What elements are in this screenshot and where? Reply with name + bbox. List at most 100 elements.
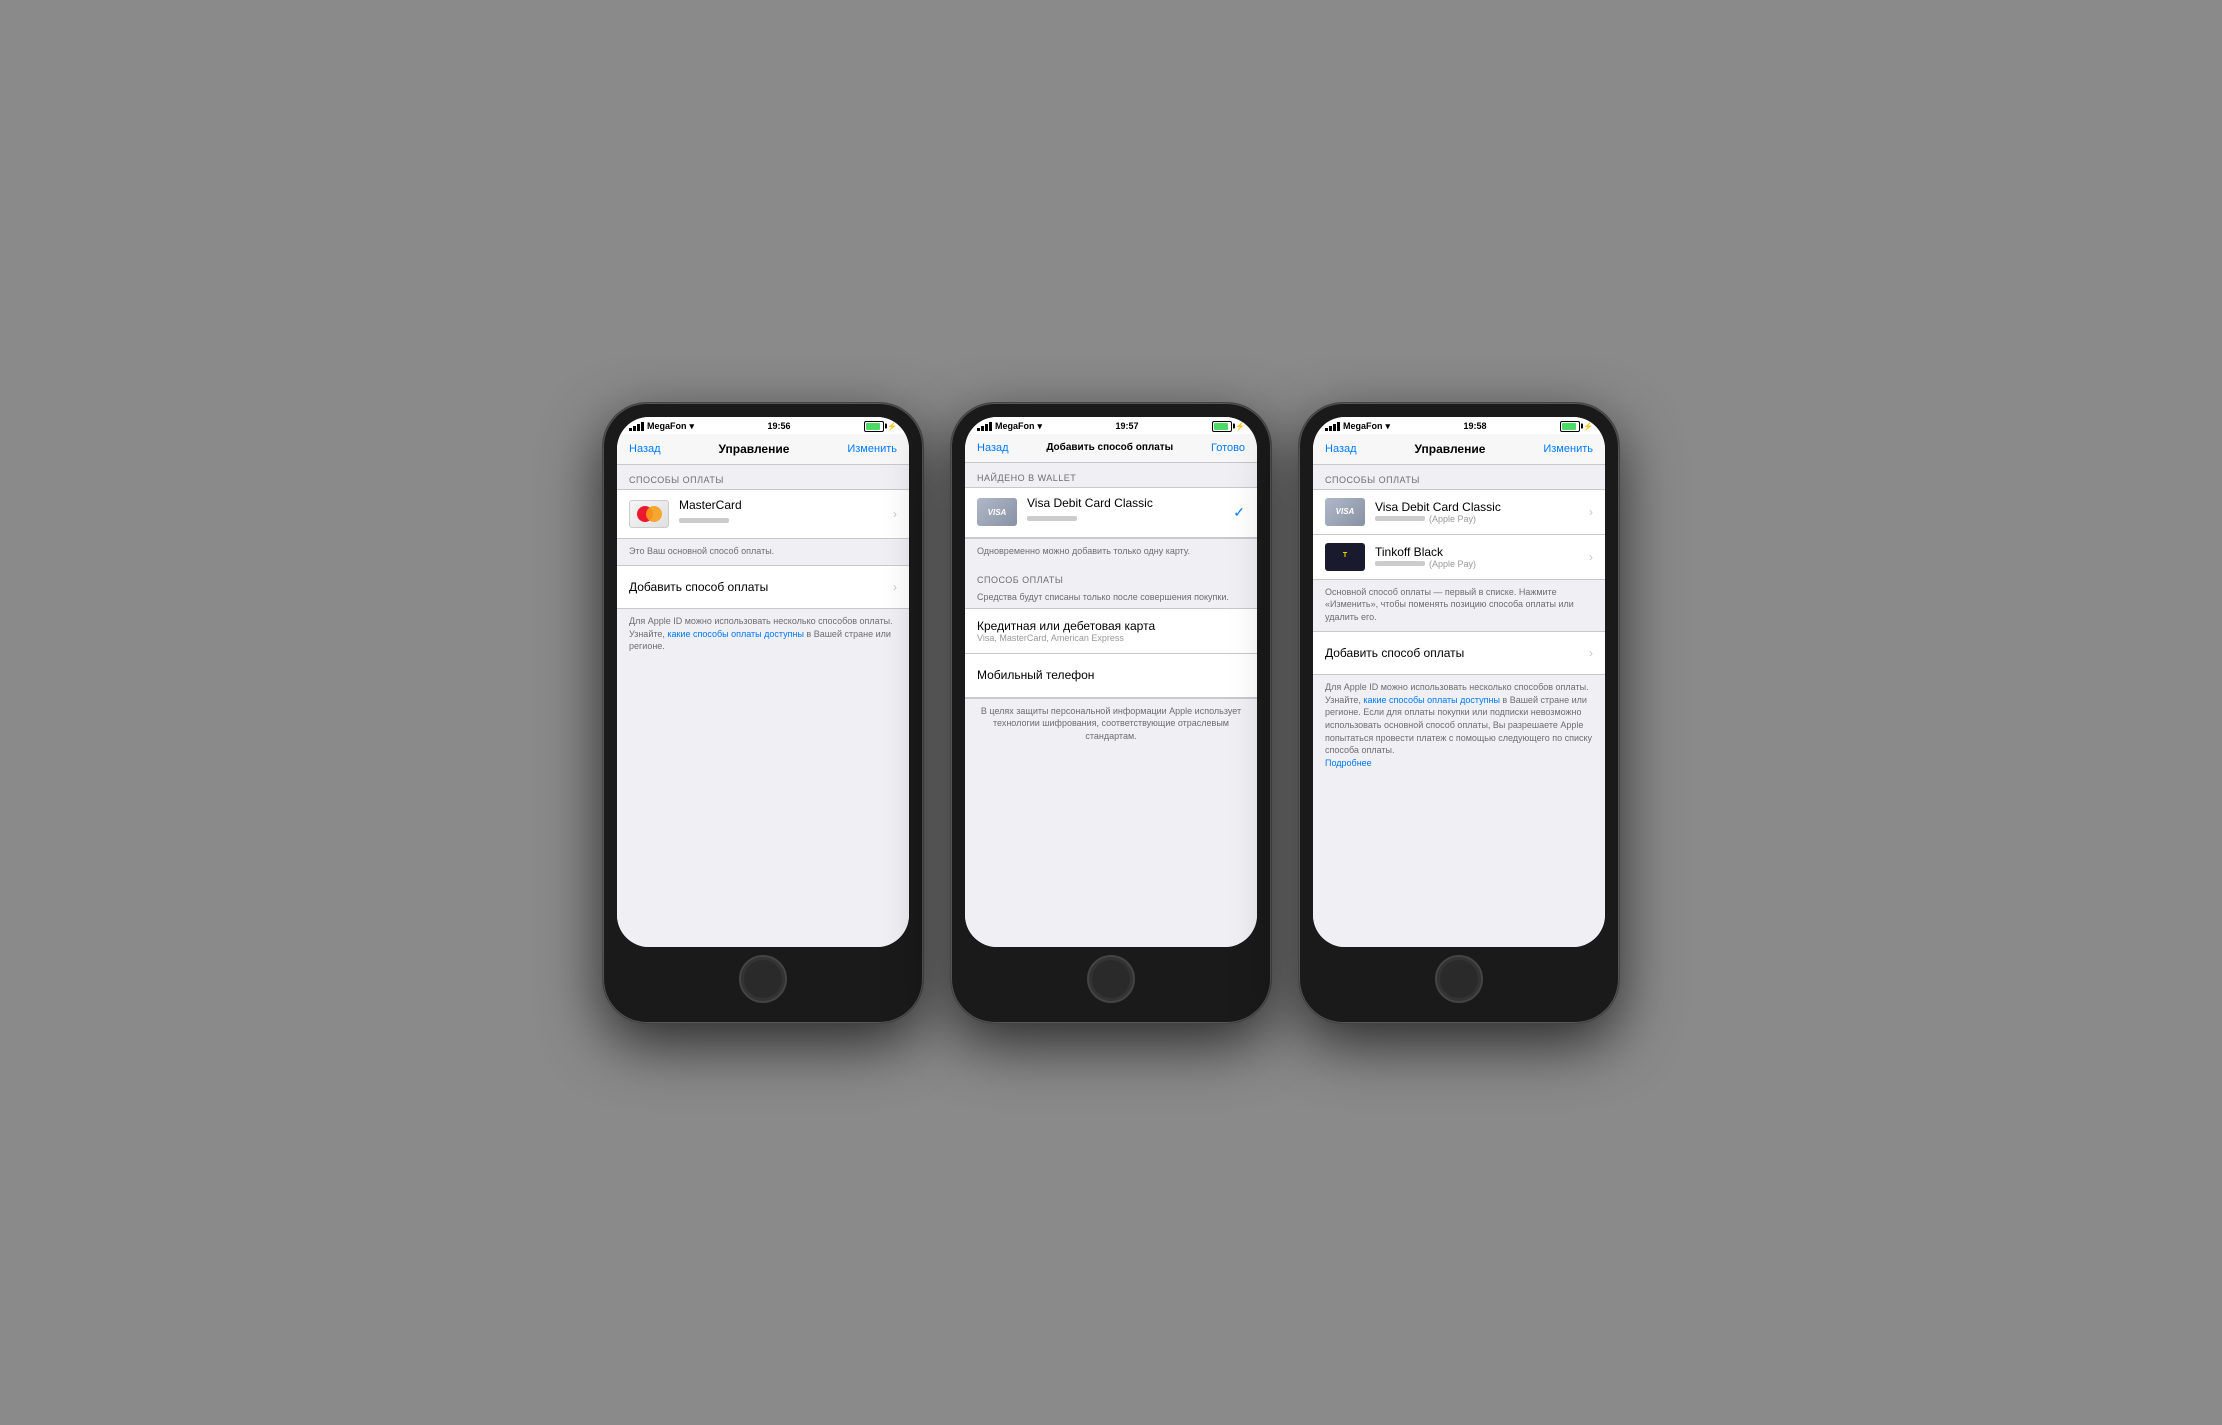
edit-button-1[interactable]: Изменить xyxy=(847,443,897,455)
status-right-1: ⚡ xyxy=(864,421,897,432)
visa-label: Visa Debit Card Classic xyxy=(1027,496,1227,510)
visa-payment-item[interactable]: VISA Visa Debit Card Classic (Apple Pay)… xyxy=(1313,490,1605,535)
back-button-1[interactable]: Назад xyxy=(629,443,661,455)
phone-1: MegaFon ▾ 19:56 ⚡ Назад Управление Измен… xyxy=(603,403,923,1023)
nav-bar-2: Назад Добавить способ оплаты Готово xyxy=(965,434,1257,463)
credit-card-item[interactable]: Кредитная или дебетовая карта Visa, Mast… xyxy=(965,609,1257,654)
available-methods-link-1[interactable]: какие способы оплаты доступны xyxy=(667,629,804,639)
phones-container: MegaFon ▾ 19:56 ⚡ Назад Управление Измен… xyxy=(603,403,1619,1023)
mobile-phone-title: Мобильный телефон xyxy=(977,668,1245,682)
add-payment-label-1: Добавить способ оплаты xyxy=(629,580,768,594)
visa-thumbnail-3: VISA xyxy=(1325,498,1365,526)
mastercard-label: MasterCard xyxy=(679,498,887,512)
back-button-2[interactable]: Назад xyxy=(977,442,1009,454)
phone-1-screen: MegaFon ▾ 19:56 ⚡ Назад Управление Измен… xyxy=(617,417,909,947)
status-bar-2: MegaFon ▾ 19:57 ⚡ xyxy=(965,417,1257,434)
chevron-icon-1: › xyxy=(893,507,897,521)
carrier-name-3: MegaFon xyxy=(1343,421,1383,431)
visa-apple-pay-sub: (Apple Pay) xyxy=(1429,514,1476,524)
time-display-2: 19:57 xyxy=(1116,421,1139,431)
battery-icon xyxy=(864,421,884,432)
status-left-1: MegaFon ▾ xyxy=(629,421,694,432)
tinkoff-text: Tinkoff Black (Apple Pay) xyxy=(1375,545,1583,569)
tinkoff-label: Tinkoff Black xyxy=(1375,545,1583,559)
time-display-3: 19:58 xyxy=(1464,421,1487,431)
payment-methods-header-1: СПОСОБЫ ОПЛАТЫ xyxy=(617,465,909,489)
one-at-time-hint: Одновременно можно добавить только одну … xyxy=(965,539,1257,566)
chevron-icon-3a: › xyxy=(1589,505,1593,519)
visa-logo-3: VISA xyxy=(1336,507,1355,516)
phone-3-screen: MegaFon ▾ 19:58 ⚡ Назад Управление Измен… xyxy=(1313,417,1605,947)
done-button-2[interactable]: Готово xyxy=(1211,442,1245,454)
battery-icon-3 xyxy=(1560,421,1580,432)
credit-card-title: Кредитная или дебетовая карта xyxy=(977,619,1245,633)
footer-text-3: Для Apple ID можно использовать нескольк… xyxy=(1313,675,1605,777)
nav-bar-1: Назад Управление Изменить xyxy=(617,434,909,465)
visa-label-3: Visa Debit Card Classic xyxy=(1375,500,1583,514)
visa-logo: VISA xyxy=(988,508,1007,517)
add-payment-label-3: Добавить способ оплаты xyxy=(1325,646,1464,660)
masked-card-number-1 xyxy=(679,518,729,523)
visa-thumbnail: VISA xyxy=(977,498,1017,526)
charge-icon-3: ⚡ xyxy=(1583,422,1593,431)
wifi-icon: ▾ xyxy=(690,421,695,432)
tinkoff-apple-pay-sub: (Apple Pay) xyxy=(1429,559,1476,569)
primary-payment-hint-1: Это Ваш основной способ оплаты. xyxy=(617,539,909,566)
footer-text-1: Для Apple ID можно использовать нескольк… xyxy=(617,609,909,661)
battery-icon-2 xyxy=(1212,421,1232,432)
visa-text: Visa Debit Card Classic xyxy=(1027,496,1227,528)
add-payment-button-3[interactable]: Добавить способ оплаты › xyxy=(1313,631,1605,675)
nav-title-3: Управление xyxy=(1414,442,1485,456)
content-2: НАЙДЕНО В WALLET VISA Visa Debit Card Cl… xyxy=(965,463,1257,947)
status-left-3: MegaFon ▾ xyxy=(1325,421,1390,432)
back-button-3[interactable]: Назад xyxy=(1325,443,1357,455)
mastercard-text: MasterCard xyxy=(679,498,887,530)
nav-title-2: Добавить способ оплаты xyxy=(1046,442,1173,453)
status-right-3: ⚡ xyxy=(1560,421,1593,432)
status-bar-1: MegaFon ▾ 19:56 ⚡ xyxy=(617,417,909,434)
charge-icon: ⚡ xyxy=(887,422,897,431)
tinkoff-logo: T xyxy=(1343,552,1347,560)
mastercard-item[interactable]: MasterCard › xyxy=(617,490,909,538)
masked-card-number-3a xyxy=(1375,516,1425,521)
signal-icon xyxy=(629,422,644,431)
home-button-1[interactable] xyxy=(739,955,787,1003)
payment-method-header-2: СПОСОБ ОПЛАТЫ xyxy=(965,565,1257,589)
phone-2-screen: MegaFon ▾ 19:57 ⚡ Назад Добавить способ … xyxy=(965,417,1257,947)
available-methods-link-3[interactable]: какие способы оплаты доступны xyxy=(1363,695,1500,705)
mobile-phone-item[interactable]: Мобильный телефон xyxy=(965,654,1257,698)
found-in-wallet-header: НАЙДЕНО В WALLET xyxy=(965,463,1257,487)
chevron-icon-add-1: › xyxy=(893,580,897,594)
signal-icon-2 xyxy=(977,422,992,431)
nav-bar-3: Назад Управление Изменить xyxy=(1313,434,1605,465)
add-payment-button-1[interactable]: Добавить способ оплаты › xyxy=(617,565,909,609)
carrier-name-2: MegaFon xyxy=(995,421,1035,431)
more-link-3[interactable]: Подробнее xyxy=(1325,758,1372,768)
charge-icon-2: ⚡ xyxy=(1235,422,1245,431)
phone-2: MegaFon ▾ 19:57 ⚡ Назад Добавить способ … xyxy=(951,403,1271,1023)
chevron-icon-3b: › xyxy=(1589,550,1593,564)
found-list: VISA Visa Debit Card Classic ✓ xyxy=(965,487,1257,539)
home-button-3[interactable] xyxy=(1435,955,1483,1003)
tinkoff-thumbnail: T xyxy=(1325,543,1365,571)
mastercard-logo xyxy=(637,506,662,522)
carrier-name: MegaFon xyxy=(647,421,687,431)
wifi-icon-3: ▾ xyxy=(1386,421,1391,432)
payment-list-1: MasterCard › xyxy=(617,489,909,539)
wifi-icon-2: ▾ xyxy=(1038,421,1043,432)
nav-title-1: Управление xyxy=(718,442,789,456)
edit-button-3[interactable]: Изменить xyxy=(1543,443,1593,455)
payment-methods-list: Кредитная или дебетовая карта Visa, Mast… xyxy=(965,608,1257,699)
payment-methods-header-3: СПОСОБЫ ОПЛАТЫ xyxy=(1313,465,1605,489)
visa-text-3: Visa Debit Card Classic (Apple Pay) xyxy=(1375,500,1583,524)
visa-found-item[interactable]: VISA Visa Debit Card Classic ✓ xyxy=(965,488,1257,538)
chevron-icon-add-3: › xyxy=(1589,646,1593,660)
time-display: 19:56 xyxy=(768,421,791,431)
tinkoff-payment-item[interactable]: T Tinkoff Black (Apple Pay) › xyxy=(1313,535,1605,579)
payment-note: Средства будут списаны только после сове… xyxy=(965,589,1257,608)
home-button-2[interactable] xyxy=(1087,955,1135,1003)
content-1: СПОСОБЫ ОПЛАТЫ MasterCard xyxy=(617,465,909,947)
checkmark-icon: ✓ xyxy=(1233,504,1245,521)
credit-card-sub: Visa, MasterCard, American Express xyxy=(977,633,1245,643)
status-bar-3: MegaFon ▾ 19:58 ⚡ xyxy=(1313,417,1605,434)
